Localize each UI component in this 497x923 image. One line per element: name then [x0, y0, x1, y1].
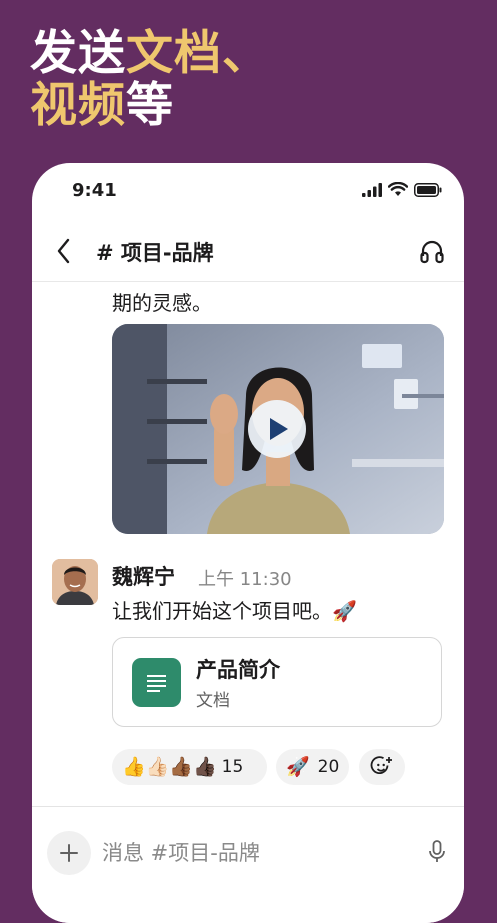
channel-header: # 项目-品牌	[32, 225, 464, 282]
document-attachment[interactable]: 产品简介 文档	[112, 637, 442, 727]
reaction-count: 20	[317, 757, 340, 777]
video-attachment[interactable]	[112, 324, 444, 534]
plus-button[interactable]	[47, 831, 91, 875]
message-text: 让我们开始这个项目吧。🚀	[112, 599, 357, 623]
reaction-emojis: 🚀	[286, 756, 310, 778]
reaction-rocket[interactable]: 🚀 20	[276, 749, 349, 785]
reaction-emojis: 👍👍🏻👍🏾👍🏿	[122, 756, 217, 778]
play-button[interactable]	[248, 400, 306, 458]
status-time: 9:41	[72, 180, 117, 201]
add-emoji-icon	[370, 756, 392, 775]
document-title: 产品简介	[196, 658, 280, 682]
play-icon	[270, 418, 288, 440]
headline-white-1: 发送	[30, 26, 126, 81]
headline-gold-2: 视频	[30, 78, 126, 133]
headline-line-2: 视频等	[30, 80, 270, 132]
reaction-count: 15	[221, 757, 244, 777]
phone-frame: 9:41 # 项目-品牌 期的灵感。 魏辉宁 上午 11:30 让我们开始这个项…	[32, 163, 464, 923]
add-reaction-button[interactable]	[359, 749, 405, 785]
status-bar: 9:41	[32, 163, 464, 215]
headline-line-1: 发送文档、	[30, 28, 270, 80]
battery-icon	[414, 182, 442, 197]
message-composer	[32, 807, 464, 923]
headline-gold-1: 文档、	[126, 26, 270, 81]
reaction-thumbsup[interactable]: 👍👍🏻👍🏾👍🏿 15	[112, 749, 267, 785]
avatar-image	[52, 559, 98, 605]
wifi-icon	[388, 182, 408, 196]
message-input[interactable]	[102, 831, 402, 875]
microphone-icon[interactable]	[428, 840, 446, 864]
headline-white-2: 等	[126, 78, 174, 133]
status-icons	[362, 182, 442, 197]
message-text-prev: 期的灵感。	[112, 291, 212, 315]
message-timestamp: 上午 11:30	[198, 569, 292, 590]
promo-headline: 发送文档、 视频等	[30, 28, 270, 132]
signal-icon	[362, 182, 382, 197]
channel-title[interactable]: # 项目-品牌	[96, 237, 214, 267]
headphones-icon[interactable]	[420, 238, 444, 264]
message-author[interactable]: 魏辉宁	[112, 561, 175, 591]
chevron-left-icon[interactable]	[56, 237, 72, 265]
plus-icon	[60, 844, 78, 862]
document-type: 文档	[196, 691, 230, 711]
document-icon	[132, 658, 181, 707]
avatar[interactable]	[52, 559, 98, 605]
